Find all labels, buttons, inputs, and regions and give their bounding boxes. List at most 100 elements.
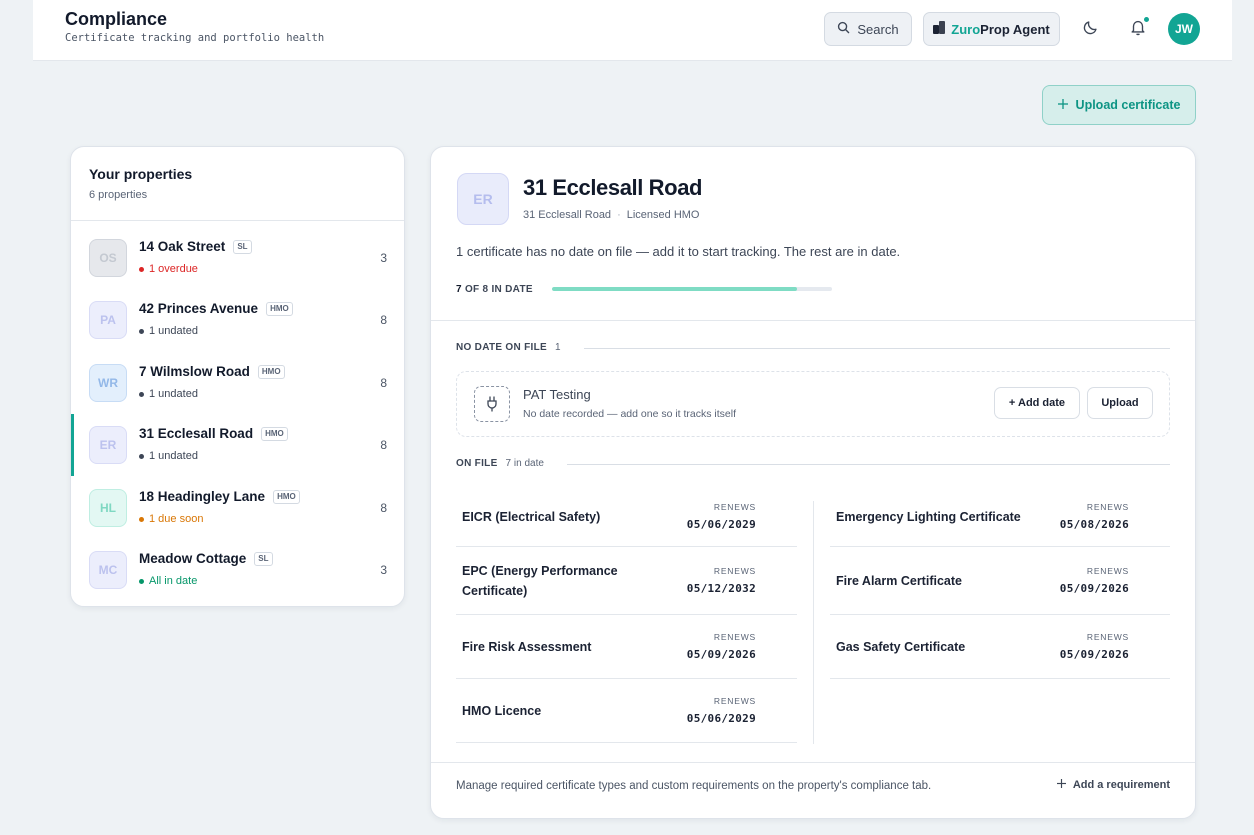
no-date-section-label: NO DATE ON FILE 1 xyxy=(456,342,561,353)
property-detail-panel: ER 31 Ecclesall Road 31 Ecclesall Road ·… xyxy=(430,146,1196,819)
section-divider xyxy=(584,348,1170,349)
property-status-text: 1 undated xyxy=(149,325,198,337)
add-requirement-label: Add a requirement xyxy=(1072,779,1170,791)
certificate-row[interactable]: HMO Licence RENEWS 05/06/2029 xyxy=(456,679,797,743)
certificate-count: 8 xyxy=(380,376,387,390)
property-status-text: 1 undated xyxy=(149,388,198,400)
property-status-text: 1 overdue xyxy=(149,263,198,275)
property-status-text: 1 undated xyxy=(149,450,198,462)
certificate-count: 8 xyxy=(380,438,387,452)
notification-dot xyxy=(1143,16,1150,23)
property-type-tag: HMO xyxy=(266,301,293,316)
certificate-count: 8 xyxy=(380,501,387,515)
search-icon xyxy=(837,21,850,37)
property-type-tag: HMO xyxy=(257,364,285,379)
certificate-name: EPC (Energy Performance Certificate) xyxy=(462,564,618,598)
property-item[interactable]: MC Meadow Cottage SL All in date 3 xyxy=(71,539,404,601)
property-type-tag: HMO xyxy=(273,489,300,504)
renews-label: RENEWS xyxy=(1086,632,1129,642)
property-status: 1 due soon xyxy=(139,513,203,525)
property-name: 42 Princes Avenue xyxy=(139,301,259,316)
property-avatar: ER xyxy=(457,173,509,225)
certificate-row[interactable]: EPC (Energy Performance Certificate) RENE… xyxy=(456,547,797,615)
upload-button[interactable]: Upload xyxy=(1087,387,1153,419)
property-item[interactable]: PA 42 Princes Avenue HMO 1 undated 8 xyxy=(71,289,404,351)
undated-certificate-title: PAT Testing xyxy=(523,387,591,402)
property-name: 14 Oak Street xyxy=(139,239,226,254)
dark-mode-toggle[interactable] xyxy=(1079,17,1103,41)
property-status: 1 overdue xyxy=(139,263,198,275)
renewal-date: 05/09/2026 xyxy=(1059,582,1129,595)
property-item[interactable]: HL 18 Headingley Lane HMO 1 due soon 8 xyxy=(71,477,404,539)
property-status: 1 undated xyxy=(139,450,198,462)
renews-label: RENEWS xyxy=(713,566,756,576)
property-type: Licensed HMO xyxy=(626,209,700,221)
undated-certificate-subtitle: No date recorded — add one so it tracks … xyxy=(523,408,737,420)
add-requirement-button[interactable]: Add a requirement xyxy=(1056,779,1170,791)
compliance-message: 1 certificate has no date on file — add … xyxy=(456,244,901,259)
no-date-count: 1 xyxy=(554,342,561,353)
renews-label: RENEWS xyxy=(713,696,756,706)
property-avatar: ER xyxy=(89,426,127,464)
property-name-row: 7 Wilmslow Road HMO xyxy=(139,364,285,379)
certificate-row[interactable]: EICR (Electrical Safety) RENEWS 05/06/2029 xyxy=(456,487,797,547)
certificate-row[interactable]: Gas Safety Certificate RENEWS 05/09/2026 xyxy=(830,615,1170,679)
property-status-text: 1 due soon xyxy=(149,513,204,525)
certificate-count: 3 xyxy=(380,563,387,577)
certificate-count: 8 xyxy=(380,313,387,327)
page-subtitle: Certificate tracking and portfolio healt… xyxy=(65,32,325,44)
property-title: 31 Ecclesall Road xyxy=(523,175,703,200)
status-dot xyxy=(139,516,144,522)
undated-certificate-card: PAT Testing No date recorded — add one s… xyxy=(456,371,1170,437)
property-avatar: MC xyxy=(89,551,127,589)
certificate-name: Fire Alarm Certificate xyxy=(836,574,962,588)
certificate-name: Gas Safety Certificate xyxy=(836,640,966,654)
divider xyxy=(431,762,1195,763)
top-header: Compliance Certificate tracking and port… xyxy=(33,0,1232,61)
moon-icon xyxy=(1082,18,1100,41)
renews-label: RENEWS xyxy=(713,502,756,512)
property-status: 1 undated xyxy=(139,325,198,337)
property-item[interactable]: OS 14 Oak Street SL 1 overdue 3 xyxy=(71,227,404,289)
property-avatar: WR xyxy=(89,364,127,402)
upload-certificate-label: Upload certificate xyxy=(1075,98,1181,112)
search-button[interactable]: Search xyxy=(824,12,912,46)
upload-certificate-button[interactable]: Upload certificate xyxy=(1042,85,1196,125)
plug-icon xyxy=(474,386,510,422)
status-dot xyxy=(139,578,144,584)
certificate-name: Emergency Lighting Certificate xyxy=(836,510,1021,524)
certificate-row[interactable]: Fire Risk Assessment RENEWS 05/09/2026 xyxy=(456,615,797,679)
user-avatar[interactable]: JW xyxy=(1168,13,1200,45)
renewal-date: 05/06/2029 xyxy=(686,712,756,725)
status-dot xyxy=(139,266,144,272)
property-meta: 31 Ecclesall Road · Licensed HMO xyxy=(523,209,700,221)
property-name-row: 31 Ecclesall Road HMO xyxy=(139,426,288,441)
property-name-row: 42 Princes Avenue HMO xyxy=(139,301,293,316)
property-type-tag: SL xyxy=(233,239,252,254)
properties-panel: Your properties 6 properties OS 14 Oak St… xyxy=(70,146,405,607)
progress-label: 7 OF 8 IN DATE xyxy=(456,284,533,295)
agent-button[interactable]: ZuroProp Agent xyxy=(923,12,1060,46)
section-divider xyxy=(567,464,1170,465)
renewal-date: 05/12/2032 xyxy=(686,582,756,595)
progress-fill xyxy=(552,287,797,291)
properties-count: 6 properties xyxy=(89,189,148,201)
property-item[interactable]: WR 7 Wilmslow Road HMO 1 undated 8 xyxy=(71,352,404,414)
plus-icon xyxy=(1057,98,1068,112)
agent-logo-icon xyxy=(933,21,946,37)
renewal-date: 05/09/2026 xyxy=(686,648,756,661)
add-date-button[interactable]: + Add date xyxy=(994,387,1080,419)
property-status-text: All in date xyxy=(149,575,198,587)
certificate-row[interactable]: Fire Alarm Certificate RENEWS 05/09/2026 xyxy=(830,547,1170,615)
notifications-button[interactable] xyxy=(1126,16,1150,41)
property-status: All in date xyxy=(139,575,197,587)
renewal-date: 05/06/2029 xyxy=(686,518,756,531)
property-name: 7 Wilmslow Road xyxy=(139,364,250,379)
property-name-row: 14 Oak Street SL xyxy=(139,239,252,254)
certificate-row[interactable]: Emergency Lighting Certificate RENEWS 05/0… xyxy=(830,487,1170,547)
divider xyxy=(71,220,404,221)
renewal-date: 05/08/2026 xyxy=(1059,518,1129,531)
property-item[interactable]: ER 31 Ecclesall Road HMO 1 undated 8 xyxy=(71,414,404,476)
footer-note: Manage required certificate types and cu… xyxy=(456,780,932,792)
certificate-name: Fire Risk Assessment xyxy=(462,640,592,654)
